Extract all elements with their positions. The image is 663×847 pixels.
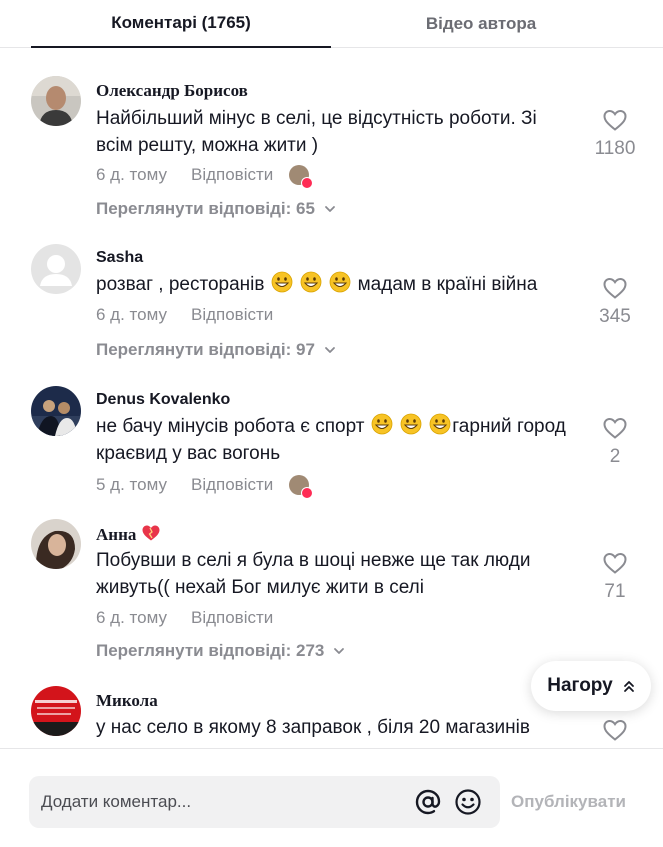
creator-liked-avatar <box>289 165 314 189</box>
comment-composer: Опублікувати <box>0 748 663 847</box>
tabs-bar: Коментарі (1765) Відео автора <box>0 0 663 48</box>
comment-author[interactable]: Олександр Борисов <box>96 81 248 101</box>
comment-text: Побувши в селі я була в шоці невже ще та… <box>96 550 531 598</box>
view-replies-button[interactable]: Переглянути відповіді: 273 <box>96 641 346 661</box>
avatar[interactable] <box>31 386 81 436</box>
comment-author[interactable]: Denus Kovalenko <box>96 391 230 409</box>
heart-icon[interactable] <box>602 108 628 132</box>
comment-author[interactable]: Анна <box>96 524 161 545</box>
comment-text: у нас село в якому 8 заправок , біля 20 … <box>96 717 530 738</box>
reply-button[interactable]: Відповісти <box>191 305 273 325</box>
like-column: 345 <box>585 276 645 328</box>
chevron-down-icon <box>325 347 335 353</box>
emoji-smile-icon[interactable] <box>453 787 483 817</box>
heart-icon[interactable] <box>602 276 628 300</box>
view-replies-label: Переглянути відповіді: 273 <box>96 641 325 660</box>
comment-meta: 6 д. тому Відповісти <box>96 608 273 628</box>
reply-button[interactable]: Відповісти <box>191 608 273 628</box>
comment-text: не бачу мінусів робота є спорт гарний го… <box>96 413 576 467</box>
grinning-face-emoji-icon <box>300 271 322 293</box>
like-column: 2 <box>585 416 645 468</box>
comment-time: 6 д. тому <box>96 608 167 627</box>
like-count: 2 <box>609 446 621 467</box>
comment-text-end: мадам в країні війна <box>357 274 538 295</box>
reply-button[interactable]: Відповісти <box>191 165 273 185</box>
comment-input-box[interactable] <box>29 776 500 828</box>
heart-icon[interactable] <box>602 718 628 742</box>
avatar[interactable] <box>31 686 81 736</box>
comment-meta: 5 д. тому Відповісти <box>96 475 314 499</box>
avatar[interactable] <box>31 76 81 126</box>
avatar[interactable] <box>31 519 81 569</box>
heart-icon[interactable] <box>602 551 628 575</box>
scroll-to-top-label: Нагору <box>547 675 613 696</box>
reply-button[interactable]: Відповісти <box>191 475 273 495</box>
comment-time: 6 д. тому <box>96 165 167 184</box>
comment-author[interactable]: Sasha <box>96 249 143 267</box>
heart-badge-icon <box>301 177 314 189</box>
like-count: 345 <box>599 306 631 327</box>
like-column: 1180 <box>585 108 645 160</box>
grinning-face-emoji-icon <box>271 271 293 293</box>
like-column <box>585 718 645 742</box>
grinning-face-emoji-icon <box>429 413 451 435</box>
view-replies-label: Переглянути відповіді: 97 <box>96 340 315 359</box>
comment-text-start: не бачу мінусів робота є спорт <box>96 416 365 437</box>
comment-meta: 6 д. тому Відповісти <box>96 305 273 325</box>
view-replies-button[interactable]: Переглянути відповіді: 65 <box>96 199 337 219</box>
comment-author[interactable]: Микола <box>96 691 158 711</box>
double-chevron-up-icon <box>623 681 634 692</box>
author-name: Анна <box>96 525 137 544</box>
tab-creator-videos[interactable]: Відео автора <box>331 0 631 48</box>
comment-meta: 6 д. тому Відповісти <box>96 165 314 189</box>
comment-text-start: розваг , ресторанів <box>96 274 265 295</box>
comment-text: Найбільший мінус в селі, це відсутність … <box>96 108 537 156</box>
scroll-to-top-button[interactable]: Нагору <box>531 661 651 711</box>
like-column: 71 <box>585 551 645 603</box>
like-count: 1180 <box>594 138 636 159</box>
heart-emoji-icon <box>142 525 160 541</box>
comment-time: 6 д. тому <box>96 305 167 324</box>
view-replies-label: Переглянути відповіді: 65 <box>96 199 315 218</box>
comment-time: 5 д. тому <box>96 475 167 494</box>
comment-input[interactable] <box>41 776 411 828</box>
chevron-down-icon <box>325 206 335 212</box>
mention-at-icon[interactable] <box>413 787 443 817</box>
heart-badge-icon <box>301 487 314 499</box>
grinning-face-emoji-icon <box>329 271 351 293</box>
comment-text: розваг , ресторанів мадам в країні війна <box>96 271 576 298</box>
heart-icon[interactable] <box>602 416 628 440</box>
grinning-face-emoji-icon <box>371 413 393 435</box>
tab-comments[interactable]: Коментарі (1765) <box>31 0 331 48</box>
comment-list[interactable]: Олександр Борисов Найбільший мінус в сел… <box>0 48 663 748</box>
grinning-face-emoji-icon <box>400 413 422 435</box>
avatar[interactable] <box>31 244 81 294</box>
like-count: 71 <box>604 581 626 602</box>
chevron-down-icon <box>334 648 345 654</box>
view-replies-button[interactable]: Переглянути відповіді: 97 <box>96 340 337 360</box>
creator-liked-avatar <box>289 475 314 499</box>
post-button[interactable]: Опублікувати <box>511 776 626 828</box>
